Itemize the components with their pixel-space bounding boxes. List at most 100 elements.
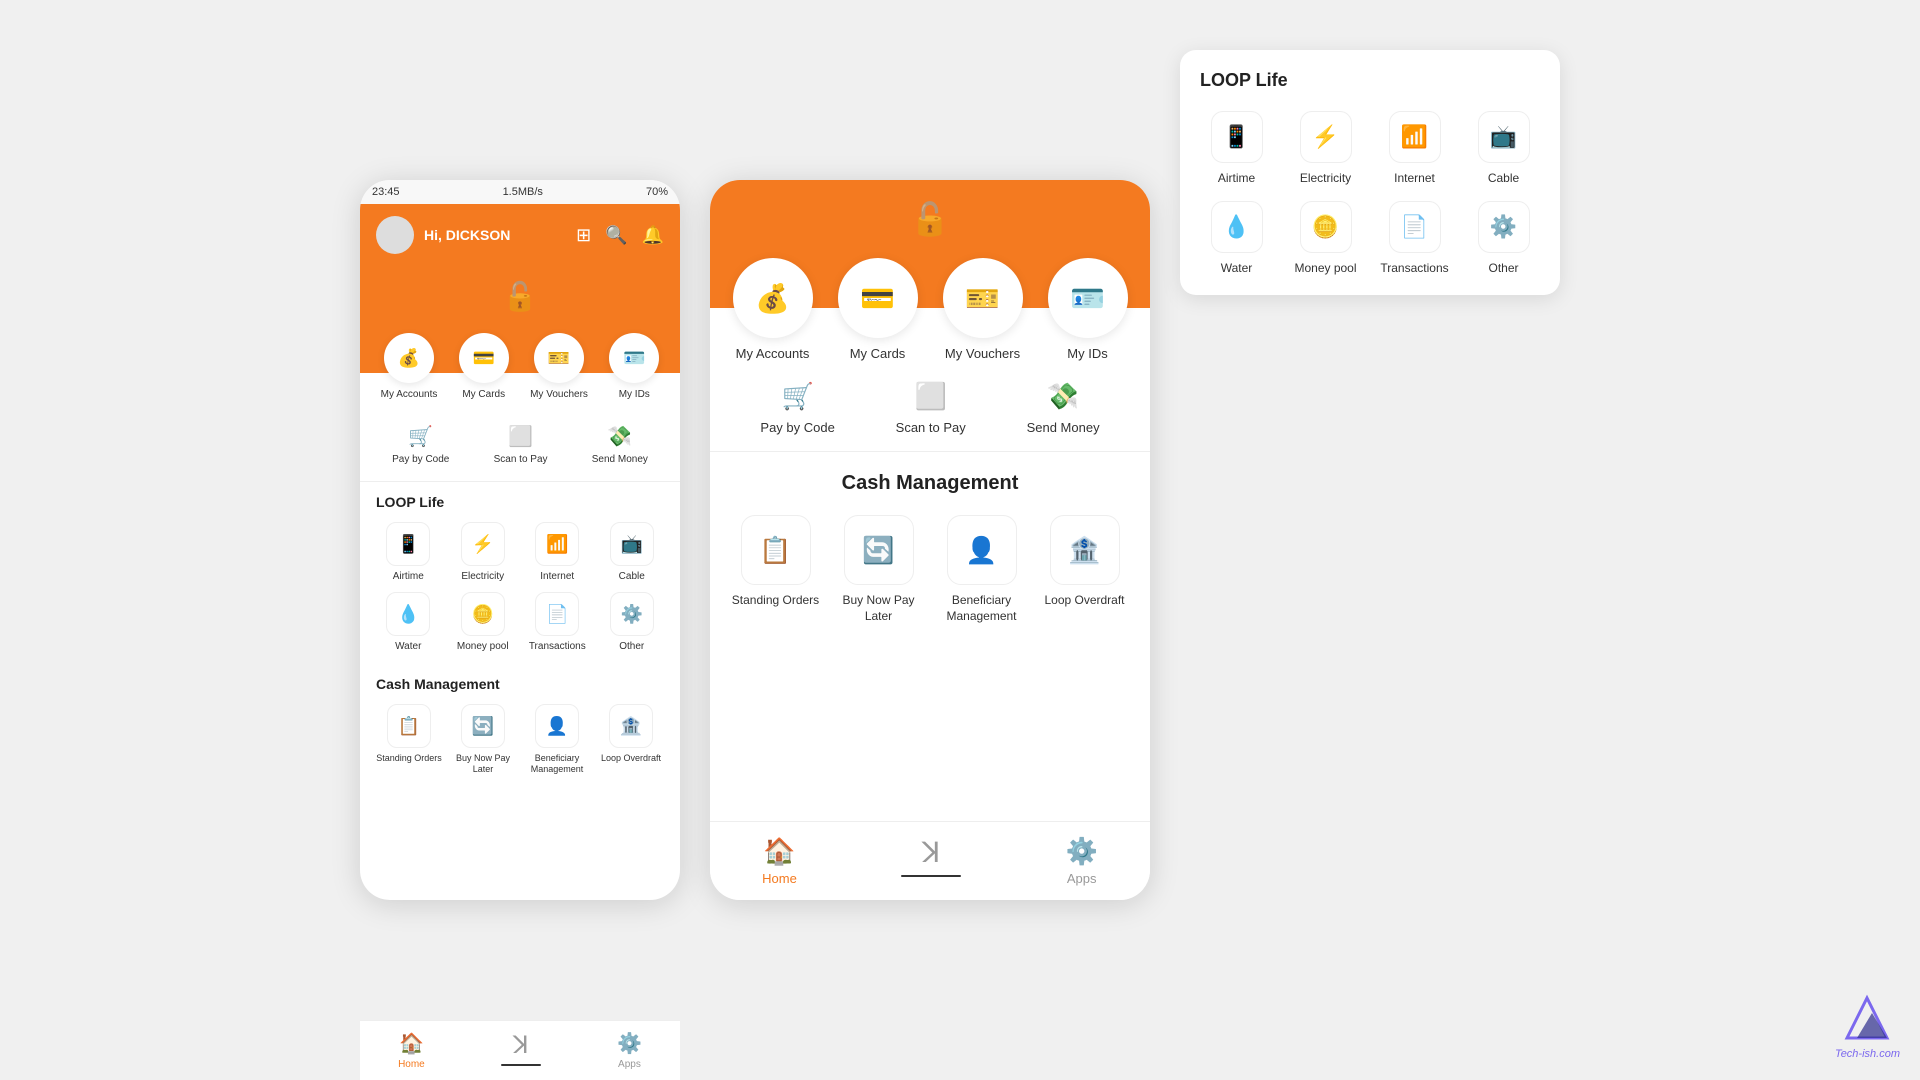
internet-icon: 📶	[535, 522, 579, 566]
electricity-label: Electricity	[461, 571, 504, 582]
large-standing-orders-icon: 📋	[741, 515, 811, 585]
my-accounts-label: My Accounts	[381, 389, 438, 400]
loop-overdraft-label: Loop Overdraft	[601, 753, 661, 764]
panel-other[interactable]: ⚙️ Other	[1467, 201, 1540, 275]
network-speed: 1.5MB/s	[503, 186, 543, 198]
standing-orders-item[interactable]: 📋 Standing Orders	[376, 704, 442, 775]
large-my-ids-item[interactable]: 🪪 My IDs	[1048, 258, 1128, 361]
airtime-label: Airtime	[393, 571, 424, 582]
panel-other-label: Other	[1488, 261, 1518, 275]
my-ids-icon: 🪪	[609, 333, 659, 383]
action-bar: 🛒 Pay by Code ⬜ Scan to Pay 💸 Send Money	[360, 408, 680, 482]
status-bar: 23:45 1.5MB/s 70%	[360, 180, 680, 204]
panel-water-label: Water	[1221, 261, 1253, 275]
search-icon[interactable]: 🔍	[605, 225, 627, 246]
large-send-label: Send Money	[1027, 420, 1100, 435]
buy-now-item[interactable]: 🔄 Buy Now Pay Later	[450, 704, 516, 775]
panel-cable-icon: 📺	[1478, 111, 1530, 163]
large-my-cards-item[interactable]: 💳 My Cards	[838, 258, 918, 361]
large-buy-now[interactable]: 🔄 Buy Now Pay Later	[833, 515, 924, 624]
panel-money-pool-label: Money pool	[1294, 261, 1356, 275]
electricity-item[interactable]: ⚡ Electricity	[451, 522, 516, 582]
watermark-logo	[1837, 993, 1897, 1043]
panel-transactions[interactable]: 📄 Transactions	[1378, 201, 1451, 275]
scan-to-pay-label: Scan to Pay	[494, 454, 548, 465]
panel-money-pool[interactable]: 🪙 Money pool	[1289, 201, 1362, 275]
send-money-action[interactable]: 💸 Send Money	[592, 424, 648, 465]
phone-small: 23:45 1.5MB/s 70% Hi, DICKSON ⊞ 🔍 🔔 🔓 💰 …	[360, 180, 680, 900]
my-cards-item[interactable]: 💳 My Cards	[459, 333, 509, 400]
large-my-vouchers-item[interactable]: 🎫 My Vouchers	[943, 258, 1023, 361]
water-icon: 💧	[386, 592, 430, 636]
transactions-label: Transactions	[529, 641, 586, 652]
my-accounts-item[interactable]: 💰 My Accounts	[381, 333, 438, 400]
panel-money-pool-icon: 🪙	[1300, 201, 1352, 253]
large-nav-home-label: Home	[762, 871, 797, 886]
panel-transactions-label: Transactions	[1380, 261, 1448, 275]
scan-to-pay-action[interactable]: ⬜ Scan to Pay	[494, 424, 548, 465]
cable-item[interactable]: 📺 Cable	[600, 522, 665, 582]
panel-cable[interactable]: 📺 Cable	[1467, 111, 1540, 185]
large-buy-now-label: Buy Now Pay Later	[833, 593, 924, 624]
large-nav-home[interactable]: 🏠 Home	[762, 836, 797, 886]
large-apps-icon: ⚙️	[1065, 836, 1097, 867]
standing-orders-icon: 📋	[387, 704, 431, 748]
loop-overdraft-item[interactable]: 🏦 Loop Overdraft	[598, 704, 664, 775]
large-nav-apps[interactable]: ⚙️ Apps	[1065, 836, 1097, 886]
large-my-vouchers-icon: 🎫	[943, 258, 1023, 338]
large-send-money[interactable]: 💸 Send Money	[1027, 381, 1100, 435]
large-scan-label: Scan to Pay	[896, 420, 966, 435]
transactions-item[interactable]: 📄 Transactions	[525, 592, 590, 652]
large-pay-by-code[interactable]: 🛒 Pay by Code	[760, 381, 834, 435]
panel-electricity[interactable]: ⚡ Electricity	[1289, 111, 1362, 185]
pay-by-code-action[interactable]: 🛒 Pay by Code	[392, 424, 449, 465]
panel-internet-icon: 📶	[1389, 111, 1441, 163]
large-pay-code-label: Pay by Code	[760, 420, 834, 435]
panel-electricity-label: Electricity	[1300, 171, 1351, 185]
other-item[interactable]: ⚙️ Other	[600, 592, 665, 652]
avatar	[376, 216, 414, 254]
watermark-text: Tech-ish.com	[1835, 1048, 1900, 1060]
large-lock-icon: 🔓	[730, 200, 1130, 238]
large-scan-to-pay[interactable]: ⬜ Scan to Pay	[896, 381, 966, 435]
large-quick-actions-row: 💰 My Accounts 💳 My Cards 🎫 My Vouchers 🪪…	[710, 258, 1150, 361]
loop-life-title: LOOP Life	[360, 482, 680, 518]
lock-icon: 🔓	[376, 270, 664, 313]
money-pool-item[interactable]: 🪙 Money pool	[451, 592, 516, 652]
large-my-ids-icon: 🪪	[1048, 258, 1128, 338]
loop-overdraft-icon: 🏦	[609, 704, 653, 748]
header-icon-group: ⊞ 🔍 🔔	[576, 225, 664, 246]
large-my-accounts-item[interactable]: 💰 My Accounts	[733, 258, 813, 361]
water-item[interactable]: 💧 Water	[376, 592, 441, 652]
panel-airtime[interactable]: 📱 Airtime	[1200, 111, 1273, 185]
internet-item[interactable]: 📶 Internet	[525, 522, 590, 582]
time: 23:45	[372, 186, 400, 198]
notification-icon[interactable]: 🔔	[642, 225, 664, 246]
beneficiary-item[interactable]: 👤 Beneficiary Management	[524, 704, 590, 775]
large-nav-middle[interactable]: ꓘ	[901, 836, 961, 886]
panel-transactions-icon: 📄	[1389, 201, 1441, 253]
electricity-icon: ⚡	[461, 522, 505, 566]
my-ids-label: My IDs	[619, 389, 650, 400]
panel-internet[interactable]: 📶 Internet	[1378, 111, 1451, 185]
panel-water[interactable]: 💧 Water	[1200, 201, 1273, 275]
cable-label: Cable	[619, 571, 645, 582]
large-beneficiary[interactable]: 👤 Beneficiary Management	[936, 515, 1027, 624]
my-vouchers-item[interactable]: 🎫 My Vouchers	[530, 333, 588, 400]
my-cards-icon: 💳	[459, 333, 509, 383]
my-vouchers-label: My Vouchers	[530, 389, 588, 400]
panel-cable-label: Cable	[1488, 171, 1519, 185]
large-standing-orders[interactable]: 📋 Standing Orders	[730, 515, 821, 624]
buy-now-label: Buy Now Pay Later	[450, 753, 516, 775]
money-pool-label: Money pool	[457, 641, 509, 652]
large-bottom-nav: 🏠 Home ꓘ ⚙️ Apps	[710, 821, 1150, 900]
airtime-item[interactable]: 📱 Airtime	[376, 522, 441, 582]
my-ids-item[interactable]: 🪪 My IDs	[609, 333, 659, 400]
buy-now-icon: 🔄	[461, 704, 505, 748]
large-action-bar: 🛒 Pay by Code ⬜ Scan to Pay 💸 Send Money	[710, 361, 1150, 452]
panel-internet-label: Internet	[1394, 171, 1435, 185]
qr-icon[interactable]: ⊞	[576, 225, 591, 246]
large-loop-overdraft[interactable]: 🏦 Loop Overdraft	[1039, 515, 1130, 624]
large-my-vouchers-label: My Vouchers	[945, 346, 1020, 361]
large-my-cards-icon: 💳	[838, 258, 918, 338]
